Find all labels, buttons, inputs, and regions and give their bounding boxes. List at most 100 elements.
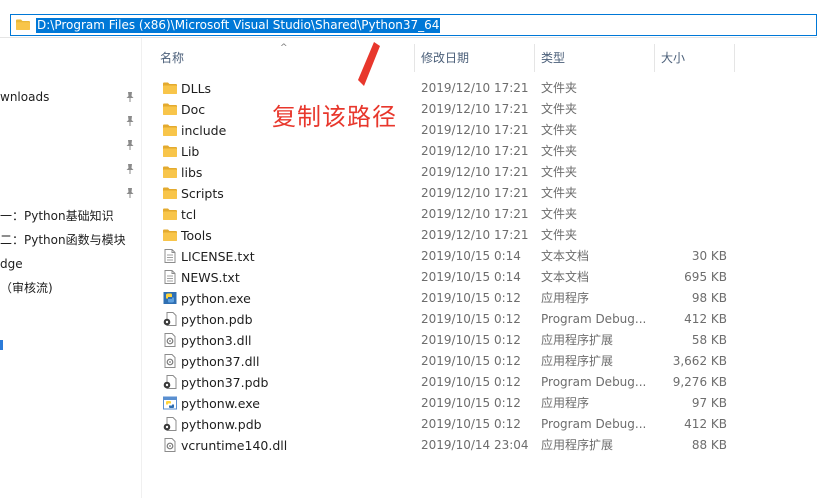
file-row-libs[interactable]: libs 2019/12/10 17:21 文件夹 [0,162,817,183]
file-row-tools[interactable]: Tools 2019/12/10 17:21 文件夹 [0,225,817,246]
file-date: 2019/10/15 0:12 [421,333,521,347]
file-name: Tools [181,228,212,243]
file-type: 应用程序 [541,396,590,410]
file-row-python3-dll[interactable]: python3.dll 2019/10/15 0:12 应用程序扩展 58 KB [0,330,817,351]
address-path-text[interactable]: D:\Program Files (x86)\Microsoft Visual … [36,18,441,33]
dll-file-icon [162,353,178,369]
file-row-lib[interactable]: Lib 2019/12/10 17:21 文件夹 [0,141,817,162]
text-file-icon [162,269,178,285]
file-row-license-txt[interactable]: LICENSE.txt 2019/10/15 0:14 文本文档 30 KB [0,246,817,267]
file-date: 2019/10/15 0:12 [421,312,521,326]
file-type: Program Debug... [541,312,647,326]
file-date: 2019/12/10 17:21 [421,123,529,137]
annotation-text: 复制该路径 [272,103,397,131]
file-name: include [181,123,227,138]
address-bar: D:\Program Files (x86)\Microsoft Visual … [0,13,817,38]
column-header-name[interactable]: 名称 [160,44,184,72]
address-field[interactable]: D:\Program Files (x86)\Microsoft Visual … [10,14,817,36]
file-type: 文本文档 [541,270,590,284]
file-size: 695 KB [684,270,727,284]
column-header-type[interactable]: 类型 [541,44,565,72]
file-row-pythonw-exe[interactable]: pythonw.exe 2019/10/15 0:12 应用程序 97 KB [0,393,817,414]
file-name: Scripts [181,186,224,201]
file-name: Lib [181,144,200,159]
file-type: Program Debug... [541,417,647,431]
file-date: 2019/10/14 23:04 [421,438,529,452]
file-type: 文本文档 [541,249,590,263]
file-row-python-pdb[interactable]: python.pdb 2019/10/15 0:12 Program Debug..… [0,309,817,330]
file-date: 2019/12/10 17:21 [421,165,529,179]
file-size: 3,662 KB [672,354,727,368]
file-type: 文件夹 [541,165,578,179]
file-type: 文件夹 [541,144,578,158]
folder-icon [162,101,178,117]
file-row-news-txt[interactable]: NEWS.txt 2019/10/15 0:14 文本文档 695 KB [0,267,817,288]
file-name: python37.pdb [181,375,269,390]
file-date: 2019/10/15 0:12 [421,375,521,389]
file-row-vcruntime140-dll[interactable]: vcruntime140.dll 2019/10/14 23:04 应用程序扩展 88… [0,435,817,456]
folder-icon [162,80,178,96]
folder-icon [162,143,178,159]
pdb-file-icon [162,374,178,390]
column-divider[interactable] [734,44,735,72]
file-size: 412 KB [684,417,727,431]
file-date: 2019/12/10 17:21 [421,102,529,116]
file-date: 2019/12/10 17:21 [421,81,529,95]
file-name: LICENSE.txt [181,249,255,264]
file-type: 应用程序扩展 [541,438,614,452]
file-name: DLLs [181,81,212,96]
column-divider[interactable] [534,44,535,72]
file-row-pythonw-pdb[interactable]: pythonw.pdb 2019/10/15 0:12 Program Debug.… [0,414,817,435]
file-date: 2019/10/15 0:12 [421,354,521,368]
folder-icon [162,122,178,138]
column-header-size[interactable]: 大小 [661,44,685,72]
file-name: pythonw.exe [181,396,260,411]
file-size: 30 KB [691,249,727,263]
sort-ascending-icon: ^ [280,43,288,53]
file-date: 2019/12/10 17:21 [421,228,529,242]
file-row-python37-pdb[interactable]: python37.pdb 2019/10/15 0:12 Program Debug… [0,372,817,393]
column-divider[interactable] [414,44,415,72]
file-type: 应用程序 [541,291,590,305]
file-name: python37.dll [181,354,260,369]
file-type: 文件夹 [541,186,578,200]
file-row-doc[interactable]: Doc 2019/12/10 17:21 文件夹 [0,99,817,120]
text-file-icon [162,248,178,264]
file-row-python-exe[interactable]: python.exe 2019/10/15 0:12 应用程序 98 KB [0,288,817,309]
file-date: 2019/10/15 0:12 [421,396,521,410]
file-type: 文件夹 [541,102,578,116]
file-date: 2019/12/10 17:21 [421,186,529,200]
file-type: 文件夹 [541,123,578,137]
file-type: 应用程序扩展 [541,354,614,368]
dll-file-icon [162,332,178,348]
file-name: libs [181,165,203,180]
file-name: pythonw.pdb [181,417,262,432]
ribbon-remnant: ▔▔ ▔ ▔▔ [0,0,817,8]
file-type: 文件夹 [541,81,578,95]
file-date: 2019/12/10 17:21 [421,207,529,221]
file-name: python.pdb [181,312,253,327]
file-row-python37-dll[interactable]: python37.dll 2019/10/15 0:12 应用程序扩展 3,662 K… [0,351,817,372]
folder-icon [16,19,30,30]
file-date: 2019/12/10 17:21 [421,144,529,158]
file-date: 2019/10/15 0:12 [421,417,521,431]
pythonw-exe-file-icon [162,395,178,411]
file-size: 412 KB [684,312,727,326]
column-divider[interactable] [654,44,655,72]
file-row-dlls[interactable]: DLLs 2019/12/10 17:21 文件夹 [0,78,817,99]
file-row-include[interactable]: include 2019/12/10 17:21 文件夹 [0,120,817,141]
file-row-scripts[interactable]: Scripts 2019/12/10 17:21 文件夹 [0,183,817,204]
pdb-file-icon [162,416,178,432]
file-date: 2019/10/15 0:14 [421,249,521,263]
file-row-tcl[interactable]: tcl 2019/12/10 17:21 文件夹 [0,204,817,225]
file-size: 58 KB [691,333,727,347]
file-date: 2019/10/15 0:14 [421,270,521,284]
folder-icon [162,164,178,180]
file-name: python.exe [181,291,251,306]
file-size: 97 KB [691,396,727,410]
file-name: NEWS.txt [181,270,240,285]
folder-icon [162,227,178,243]
file-type: 文件夹 [541,228,578,242]
folder-icon [162,185,178,201]
column-header-date[interactable]: 修改日期 [421,44,469,72]
